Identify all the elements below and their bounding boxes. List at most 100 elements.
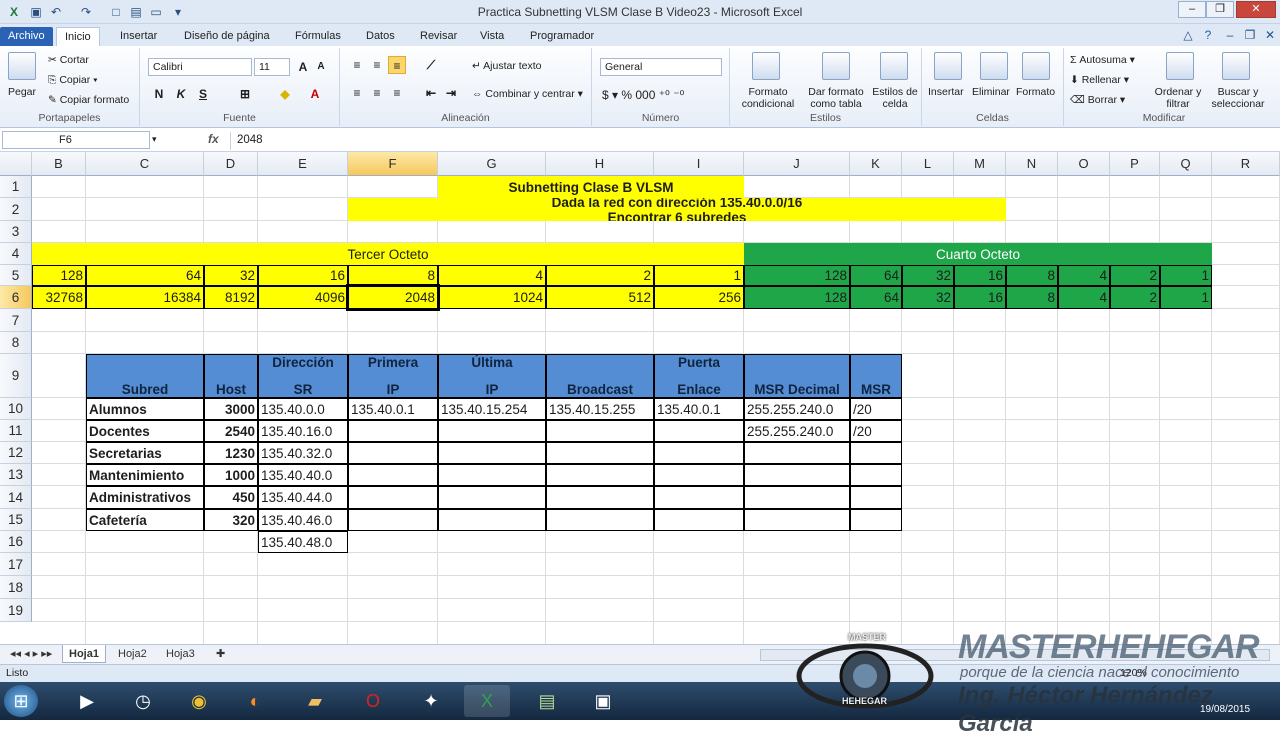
cell-host-11[interactable]: 2540 [204, 420, 258, 442]
cell-puerta-13[interactable] [654, 464, 744, 486]
row-header-4[interactable]: 4 [0, 243, 32, 265]
th-host[interactable]: Host [204, 354, 258, 398]
cell-host-14[interactable]: 450 [204, 486, 258, 509]
cell-msr-12[interactable] [850, 442, 902, 464]
cell-ultima-15[interactable] [438, 509, 546, 531]
cell-ultima-10[interactable]: 135.40.15.254 [438, 398, 546, 420]
bit-value-r6-e[interactable]: 4096 [258, 286, 348, 309]
cell-msr-15[interactable] [850, 509, 902, 531]
bit-value-r6-c[interactable]: 16384 [86, 286, 204, 309]
cell-primera-13[interactable] [348, 464, 438, 486]
col-header-d[interactable]: D [204, 152, 258, 176]
bit-value-r6-k[interactable]: 64 [850, 286, 902, 309]
cell-subred-11[interactable]: Docentes [86, 420, 204, 442]
cell-subred-14[interactable]: Administrativos [86, 486, 204, 509]
bit-value-r5-j[interactable]: 128 [744, 265, 850, 286]
underline-button[interactable]: S [194, 85, 212, 103]
cell-ultima-12[interactable] [438, 442, 546, 464]
delete-cells-button[interactable]: Eliminar [972, 86, 1010, 98]
format-table-icon[interactable] [822, 52, 850, 80]
th-msr[interactable]: MSR [850, 354, 902, 398]
cell-dir-16[interactable]: 135.40.48.0 [258, 531, 348, 553]
bold-button[interactable]: N [150, 85, 168, 103]
tab-datos[interactable]: Datos [358, 27, 403, 46]
tab-vista[interactable]: Vista [472, 27, 512, 46]
insert-cells-icon[interactable] [934, 52, 962, 80]
bit-value-r5-d[interactable]: 32 [204, 265, 258, 286]
cell-primera-10[interactable]: 135.40.0.1 [348, 398, 438, 420]
bit-value-r5-b[interactable]: 128 [32, 265, 86, 286]
row-header-13[interactable]: 13 [0, 464, 32, 486]
row-header-2[interactable]: 2 [0, 198, 32, 221]
bit-value-r5-o[interactable]: 4 [1058, 265, 1110, 286]
fourth-octet-header[interactable]: Cuarto Octeto [744, 243, 1212, 265]
cell-host-10[interactable]: 3000 [204, 398, 258, 420]
bit-value-r5-h[interactable]: 2 [546, 265, 654, 286]
bit-value-r5-f[interactable]: 8 [348, 265, 438, 286]
tab-programador[interactable]: Programador [522, 27, 602, 46]
cell-primera-14[interactable] [348, 486, 438, 509]
cell-puerta-15[interactable] [654, 509, 744, 531]
borders-icon[interactable]: ⊞ [236, 85, 254, 103]
col-header-q[interactable]: Q [1160, 152, 1212, 176]
row-header-8[interactable]: 8 [0, 332, 32, 354]
cell-host-15[interactable]: 320 [204, 509, 258, 531]
cell-primera-11[interactable] [348, 420, 438, 442]
formula-input[interactable]: 2048 [230, 132, 1270, 150]
cell-puerta-10[interactable]: 135.40.0.1 [654, 398, 744, 420]
col-header-l[interactable]: L [902, 152, 954, 176]
cell-subred-10[interactable]: Alumnos [86, 398, 204, 420]
bit-value-r6-o[interactable]: 4 [1058, 286, 1110, 309]
tab-revisar[interactable]: Revisar [412, 27, 465, 46]
col-header-m[interactable]: M [954, 152, 1006, 176]
bit-value-r5-l[interactable]: 32 [902, 265, 954, 286]
row-header-14[interactable]: 14 [0, 486, 32, 509]
fill-color-icon[interactable]: ◆ [276, 85, 294, 103]
font-name-select[interactable]: Calibri [148, 58, 252, 76]
bit-value-r5-e[interactable]: 16 [258, 265, 348, 286]
bit-value-r5-i[interactable]: 1 [654, 265, 744, 286]
fx-icon[interactable]: fx [208, 132, 219, 146]
cell-dir-13[interactable]: 135.40.40.0 [258, 464, 348, 486]
row-header-12[interactable]: 12 [0, 442, 32, 464]
col-header-o[interactable]: O [1058, 152, 1110, 176]
cell-msrd-13[interactable] [744, 464, 850, 486]
cell-msr-13[interactable] [850, 464, 902, 486]
cell-broadcast-12[interactable] [546, 442, 654, 464]
fill-button[interactable]: ⬇ Rellenar ▾ [1070, 74, 1129, 86]
bit-value-r5-m[interactable]: 16 [954, 265, 1006, 286]
help-icon[interactable]: ? [1200, 27, 1216, 43]
increase-indent-icon[interactable]: ⇥ [442, 84, 460, 102]
copy-button[interactable]: ⎘ Copiar ▾ [48, 74, 98, 87]
italic-button[interactable]: K [172, 85, 190, 103]
th-subred[interactable]: Subred [86, 354, 204, 398]
bit-value-r5-q[interactable]: 1 [1160, 265, 1212, 286]
row-header-10[interactable]: 10 [0, 398, 32, 420]
col-header-p[interactable]: P [1110, 152, 1160, 176]
bit-value-r6-b[interactable]: 32768 [32, 286, 86, 309]
third-octet-header[interactable]: Tercer Octeto [32, 243, 744, 265]
cell-dir-12[interactable]: 135.40.32.0 [258, 442, 348, 464]
format-painter-button[interactable]: ✎ Copiar formato [48, 94, 129, 106]
cell-primera-12[interactable] [348, 442, 438, 464]
new-sheet-icon[interactable]: ✚ [210, 645, 231, 663]
cell-ultima-11[interactable] [438, 420, 546, 442]
cell-puerta-14[interactable] [654, 486, 744, 509]
opera-icon[interactable]: O [350, 685, 396, 717]
format-table-button[interactable]: Dar formato como tabla [804, 86, 868, 110]
cell-dir-11[interactable]: 135.40.16.0 [258, 420, 348, 442]
decrease-indent-icon[interactable]: ⇤ [422, 84, 440, 102]
cell-host-12[interactable]: 1230 [204, 442, 258, 464]
cell-styles-button[interactable]: Estilos de celda [870, 86, 920, 110]
insert-cells-button[interactable]: Insertar [928, 86, 964, 98]
cell-dir-10[interactable]: 135.40.0.0 [258, 398, 348, 420]
col-header-f[interactable]: F [348, 152, 438, 176]
row-header-6[interactable]: 6 [0, 286, 32, 309]
camera-icon[interactable]: ▣ [580, 685, 626, 717]
row-header-5[interactable]: 5 [0, 265, 32, 286]
bit-value-r6-q[interactable]: 1 [1160, 286, 1212, 309]
align-middle-icon[interactable]: ≡ [368, 56, 386, 74]
firefox-icon[interactable]: ◐ [232, 685, 278, 717]
worksheet-grid[interactable]: BCDEFGHIJKLMNOPQR 1 2 3 4 5 6 7 8 9 10 11 12 13 14 15 1… [0, 152, 1280, 644]
col-header-k[interactable]: K [850, 152, 902, 176]
